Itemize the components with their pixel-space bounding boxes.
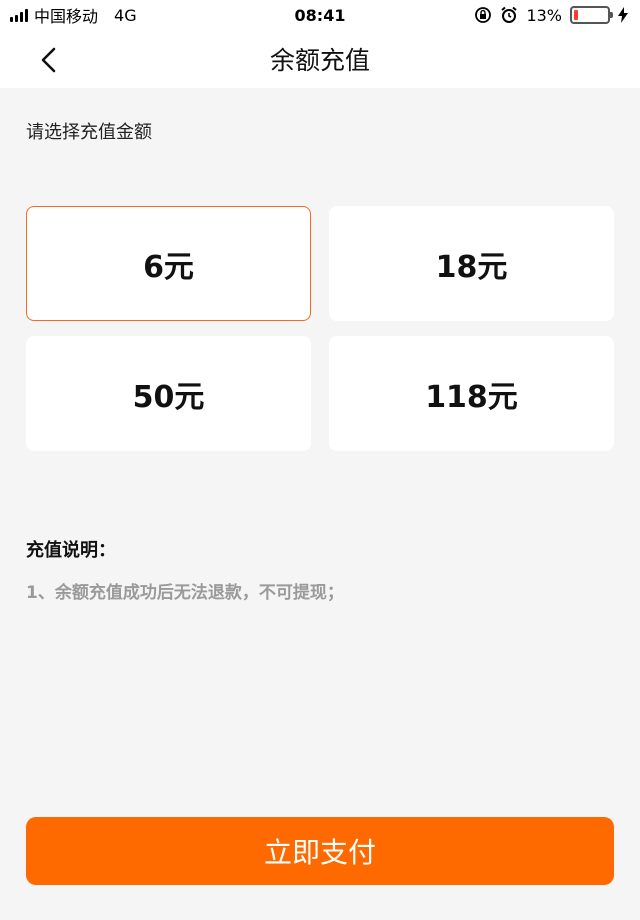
recharge-note-item: 1、余额充值成功后无法退款，不可提现；	[26, 583, 344, 603]
charging-icon	[618, 7, 628, 23]
battery-fill	[574, 10, 579, 20]
orientation-lock-icon	[475, 7, 492, 23]
nav-bar: 余额充值	[0, 30, 640, 88]
signal-icon	[10, 8, 28, 22]
amount-option-118[interactable]: 118元	[329, 336, 614, 451]
status-right: 13%	[474, 6, 628, 25]
amount-option-50[interactable]: 50元	[26, 336, 311, 451]
status-left: 中国移动 4G	[10, 3, 137, 27]
amount-option-6[interactable]: 6元	[26, 206, 311, 321]
battery-percent: 13%	[526, 5, 562, 25]
amount-options: 6元 18元 50元 118元	[26, 206, 614, 451]
pay-now-button[interactable]: 立即支付	[26, 817, 614, 885]
status-bar: 中国移动 4G 08:41 13%	[0, 0, 640, 30]
carrier-label: 中国移动	[34, 7, 99, 26]
chevron-left-icon	[41, 47, 56, 73]
network-label: 4G	[114, 5, 137, 25]
alarm-icon	[501, 6, 518, 23]
page-title: 余额充值	[269, 46, 370, 75]
back-button[interactable]	[30, 42, 66, 78]
battery-icon	[570, 6, 613, 24]
recharge-notes-title: 充值说明：	[26, 540, 116, 561]
amount-option-18[interactable]: 18元	[329, 206, 614, 321]
amount-prompt: 请选择充值金额	[26, 122, 152, 143]
